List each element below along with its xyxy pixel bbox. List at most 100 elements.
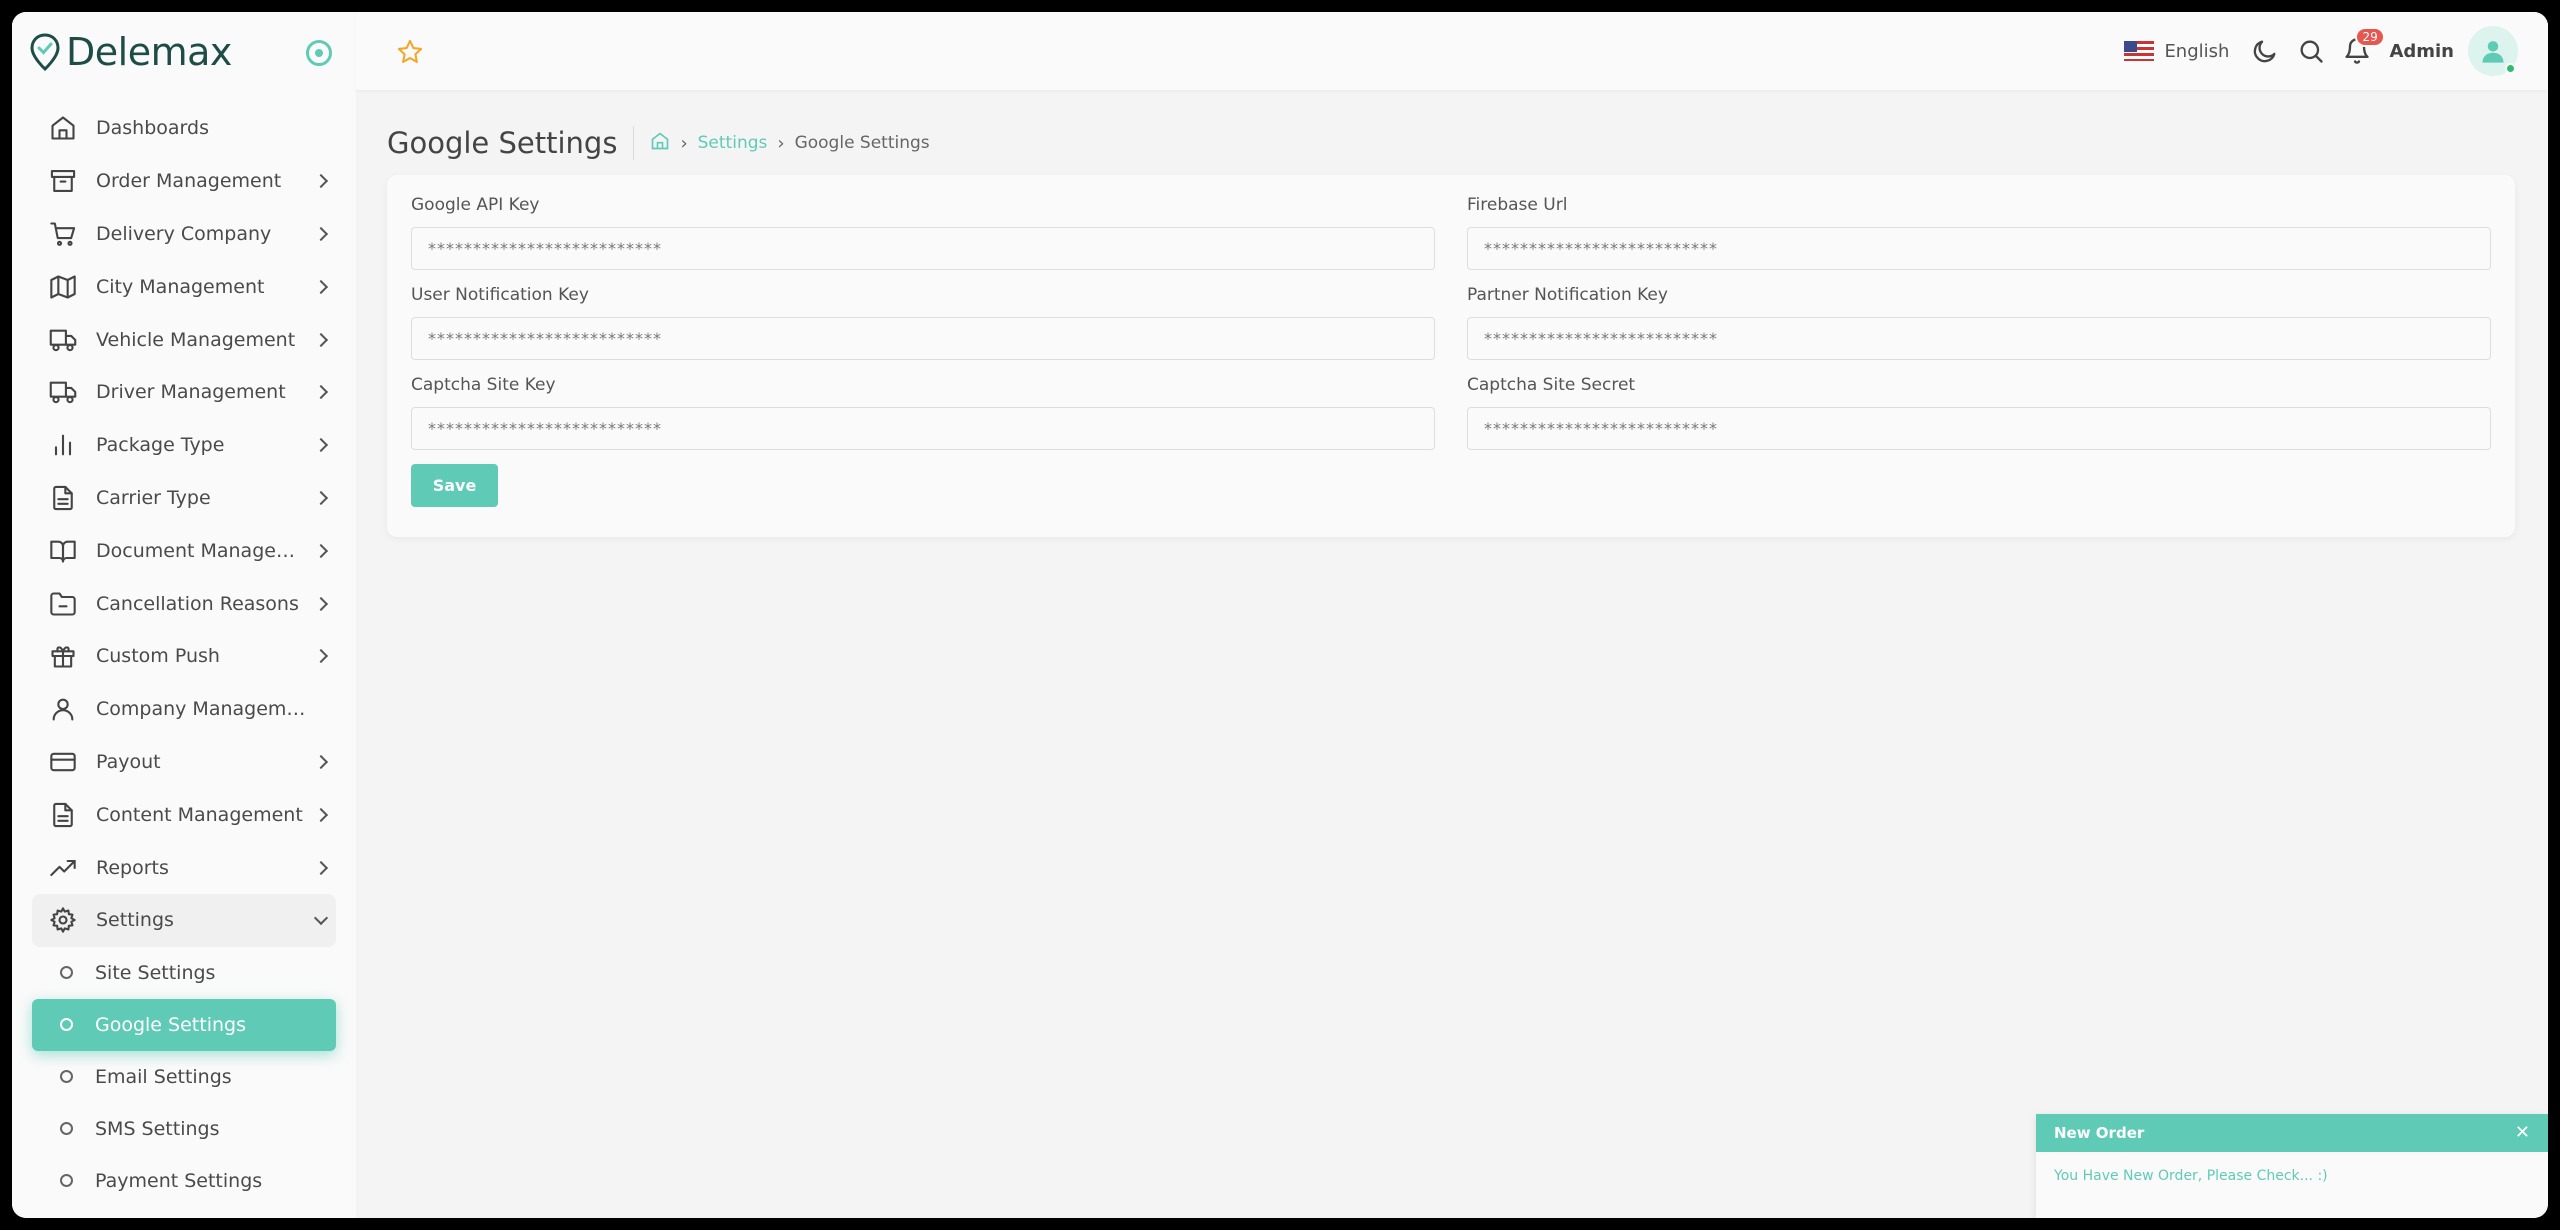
file-text-icon	[48, 483, 78, 513]
sidebar-item-settings[interactable]: Settings	[32, 893, 336, 947]
sidebar-item-order-management[interactable]: Order Management	[32, 155, 336, 208]
truck-icon	[48, 377, 78, 407]
brand-name: Delemax	[66, 30, 232, 74]
us-flag-icon[interactable]	[2124, 41, 2155, 61]
user-notification-key-field: User Notification Key	[411, 285, 1435, 360]
sidebar-item-city-management[interactable]: City Management	[32, 260, 336, 313]
sidebar-item-label: Company Management	[96, 698, 310, 721]
divider	[633, 126, 635, 160]
sidebar-item-label: Order Management	[96, 170, 282, 193]
sidebar-item-cancellation-reasons[interactable]: Cancellation Reasons	[32, 577, 336, 630]
field-label: Captcha Site Key	[411, 375, 556, 395]
app-window: Delemax Dashboards Order Management Delive…	[12, 12, 2548, 1218]
new-order-toast: New Order ✕ You Have New Order, Please C…	[2036, 1114, 2548, 1218]
partner-notification-key-field: Partner Notification Key	[1467, 285, 2491, 360]
sidebar-item-label: City Management	[96, 275, 265, 298]
file-text-icon	[48, 800, 78, 830]
dark-mode-toggle[interactable]	[2251, 37, 2279, 65]
google-api-key-input[interactable]	[411, 227, 1435, 270]
sidebar-item-label: Content Management	[96, 803, 303, 826]
sidebar-item-document-management[interactable]: Document Management	[32, 524, 336, 577]
home-icon	[48, 113, 78, 143]
map-icon	[48, 272, 78, 302]
circle-icon	[60, 966, 73, 980]
google-api-key-field: Google API Key	[411, 195, 1435, 270]
sidebar-item-content-management[interactable]: Content Management	[32, 788, 336, 841]
sidebar-item-label: Delivery Company	[96, 222, 272, 245]
user-name[interactable]: Admin	[2389, 41, 2454, 62]
sidebar-item-delivery-company[interactable]: Delivery Company	[32, 208, 336, 261]
captcha-site-key-input[interactable]	[411, 407, 1435, 450]
chevron-icon	[313, 490, 329, 506]
chevron-icon	[313, 596, 329, 611]
page-header: Google Settings › Settings › Google Sett…	[387, 120, 930, 166]
topbar: English 29 Admin	[356, 12, 2548, 90]
sidebar-item-label: Carrier Type	[96, 486, 211, 509]
captcha-site-secret-input[interactable]	[1467, 407, 2491, 450]
firebase-url-input[interactable]	[1467, 227, 2491, 270]
cart-icon	[48, 219, 78, 249]
chevron-icon	[313, 226, 329, 242]
search-button[interactable]	[2297, 37, 2325, 65]
sidebar-item-package-type[interactable]: Package Type	[32, 419, 336, 472]
sidebar-item-payout[interactable]: Payout	[32, 736, 336, 789]
chevron-icon	[313, 754, 329, 770]
user-icon	[48, 694, 78, 724]
circle-icon	[60, 1174, 73, 1188]
sidebar-subitem-sms-settings[interactable]: SMS Settings	[32, 1103, 336, 1155]
sidebar-item-label: Payout	[96, 750, 161, 773]
folder-minus-icon	[48, 589, 78, 619]
sidebar-subitem-email-settings[interactable]: Email Settings	[32, 1051, 336, 1103]
toast-header: New Order ✕	[2036, 1114, 2548, 1152]
notifications-button[interactable]: 29	[2343, 27, 2385, 65]
language-selector[interactable]: English	[2164, 41, 2229, 62]
field-label: User Notification Key	[411, 285, 589, 305]
field-label: Firebase Url	[1467, 195, 1568, 215]
partner-notification-key-input[interactable]	[1467, 317, 2491, 360]
chevron-icon	[313, 438, 329, 453]
sidebar-subitem-site-settings[interactable]: Site Settings	[32, 947, 336, 999]
sidebar-subitem-label: Site Settings	[95, 961, 216, 984]
book-icon	[48, 536, 78, 566]
close-icon[interactable]: ✕	[2515, 1122, 2530, 1143]
sidebar-toggle-button[interactable]	[306, 40, 332, 66]
toast-title: New Order	[2054, 1124, 2145, 1142]
sidebar-item-carrier-type[interactable]: Carrier Type	[32, 472, 336, 525]
chevron-icon	[313, 860, 329, 875]
breadcrumb-current: Google Settings	[794, 133, 930, 153]
sidebar-item-label: Dashboards	[96, 117, 209, 140]
sidebar-item-dashboards[interactable]: Dashboards	[32, 102, 336, 155]
user-icon	[2482, 41, 2504, 63]
google-settings-form: Google API Key Firebase Url User Notific…	[387, 175, 2515, 537]
map-pin-check-icon	[30, 33, 60, 72]
circle-icon	[60, 1018, 73, 1032]
sidebar-item-vehicle-management[interactable]: Vehicle Management	[32, 313, 336, 366]
firebase-url-field: Firebase Url	[1467, 195, 2491, 270]
sidebar-subitem-label: Email Settings	[95, 1065, 232, 1088]
gear-icon	[48, 905, 78, 935]
chevron-icon	[313, 332, 329, 347]
breadcrumb-home[interactable]	[650, 131, 670, 155]
breadcrumb-settings-link[interactable]: Settings	[698, 133, 768, 153]
captcha-site-secret-field: Captcha Site Secret	[1467, 375, 2491, 450]
sidebar-item-label: Vehicle Management	[96, 328, 296, 351]
sidebar-item-custom-push[interactable]: Custom Push	[32, 630, 336, 683]
chevron-icon	[313, 807, 329, 822]
brand-logo[interactable]: Delemax	[28, 26, 232, 78]
field-label: Partner Notification Key	[1467, 285, 1668, 305]
search-icon	[2300, 40, 2324, 63]
sidebar-subitem-payment-settings[interactable]: Payment Settings	[32, 1155, 336, 1207]
user-notification-key-input[interactable]	[411, 317, 1435, 360]
captcha-site-key-field: Captcha Site Key	[411, 375, 1435, 450]
online-status-dot	[2505, 63, 2516, 74]
chevron-icon	[313, 543, 329, 558]
sidebar-subitem-google-settings[interactable]: Google Settings	[32, 998, 336, 1051]
sidebar-item-reports[interactable]: Reports	[32, 841, 336, 894]
avatar[interactable]	[2468, 26, 2518, 76]
chevron-icon	[313, 174, 329, 189]
save-button[interactable]: Save	[411, 464, 498, 507]
star-icon[interactable]	[396, 38, 424, 66]
gift-icon	[48, 641, 78, 671]
sidebar-item-company-management[interactable]: Company Management	[32, 683, 336, 736]
sidebar-item-driver-management[interactable]: Driver Management	[32, 366, 336, 419]
